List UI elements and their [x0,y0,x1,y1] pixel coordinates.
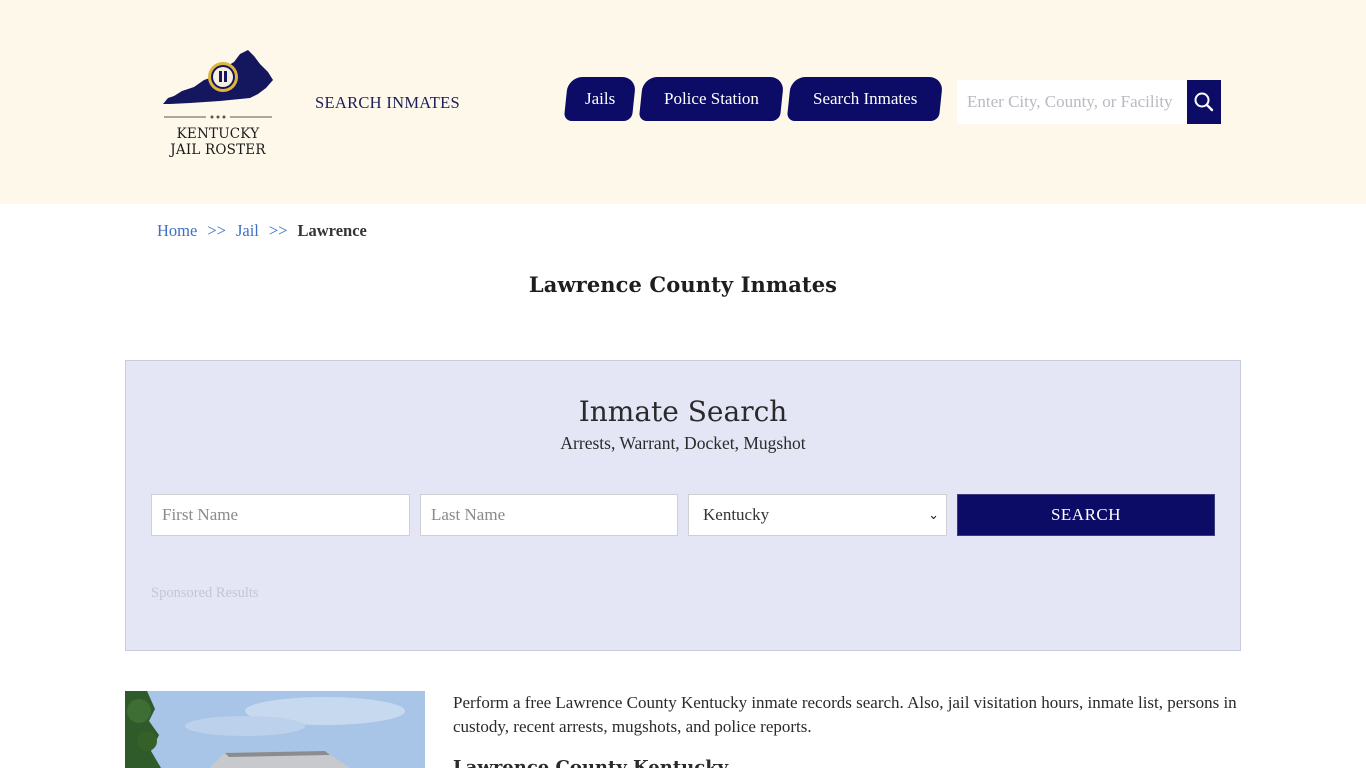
jail-building-image [125,691,425,768]
breadcrumb-jail[interactable]: Jail [236,221,259,241]
site-header: KENTUCKY JAIL ROSTER SEARCH INMATES Jail… [0,0,1366,204]
logo-line-2: JAIL ROSTER [170,142,266,158]
intro-text: Perform a free Lawrence County Kentucky … [453,693,1237,736]
site-logo[interactable]: KENTUCKY JAIL ROSTER [160,46,276,166]
facility-search-input[interactable] [957,80,1188,124]
nav-tab-police-station[interactable]: Police Station [638,77,785,121]
breadcrumb-current: Lawrence [297,221,367,240]
first-name-input[interactable] [151,494,410,536]
section-heading: Lawrence County Kentucky [453,757,729,768]
breadcrumb-separator: >> [207,221,226,240]
nav-tab-jails[interactable]: Jails [563,77,637,121]
kentucky-map-icon [163,50,273,119]
nav-tab-search-inmates[interactable]: Search Inmates [786,77,944,121]
nav-tab-label: Police Station [664,89,759,108]
facility-search-button[interactable] [1187,80,1221,124]
logo-text: KENTUCKY JAIL ROSTER [160,126,276,158]
breadcrumb: Home >> Jail >> Lawrence [157,221,367,241]
jail-building-photo [125,691,425,768]
page-title: Lawrence County Inmates [528,272,838,297]
nav-tab-label: Search Inmates [812,89,918,108]
last-name-input[interactable] [420,494,678,536]
search-icon [1194,92,1214,112]
sponsored-results-label: Sponsored Results [151,585,259,601]
breadcrumb-separator: >> [268,221,288,240]
inmate-search-title: Inmate Search [578,395,788,428]
state-select[interactable]: Kentucky ⌄ [688,494,947,536]
inmate-search-subtitle: Arrests, Warrant, Docket, Mugshot [560,433,806,453]
inmate-search-button[interactable]: SEARCH [957,494,1215,536]
logo-line-1: KENTUCKY [176,126,260,142]
search-inmates-link[interactable]: SEARCH INMATES [315,93,460,113]
nav-tab-label: Jails [584,89,616,108]
state-select-value: Kentucky [703,505,770,524]
inmate-search-panel: Inmate Search Arrests, Warrant, Docket, … [125,360,1241,651]
breadcrumb-home[interactable]: Home [157,221,197,241]
chevron-down-icon: ⌄ [928,507,939,522]
